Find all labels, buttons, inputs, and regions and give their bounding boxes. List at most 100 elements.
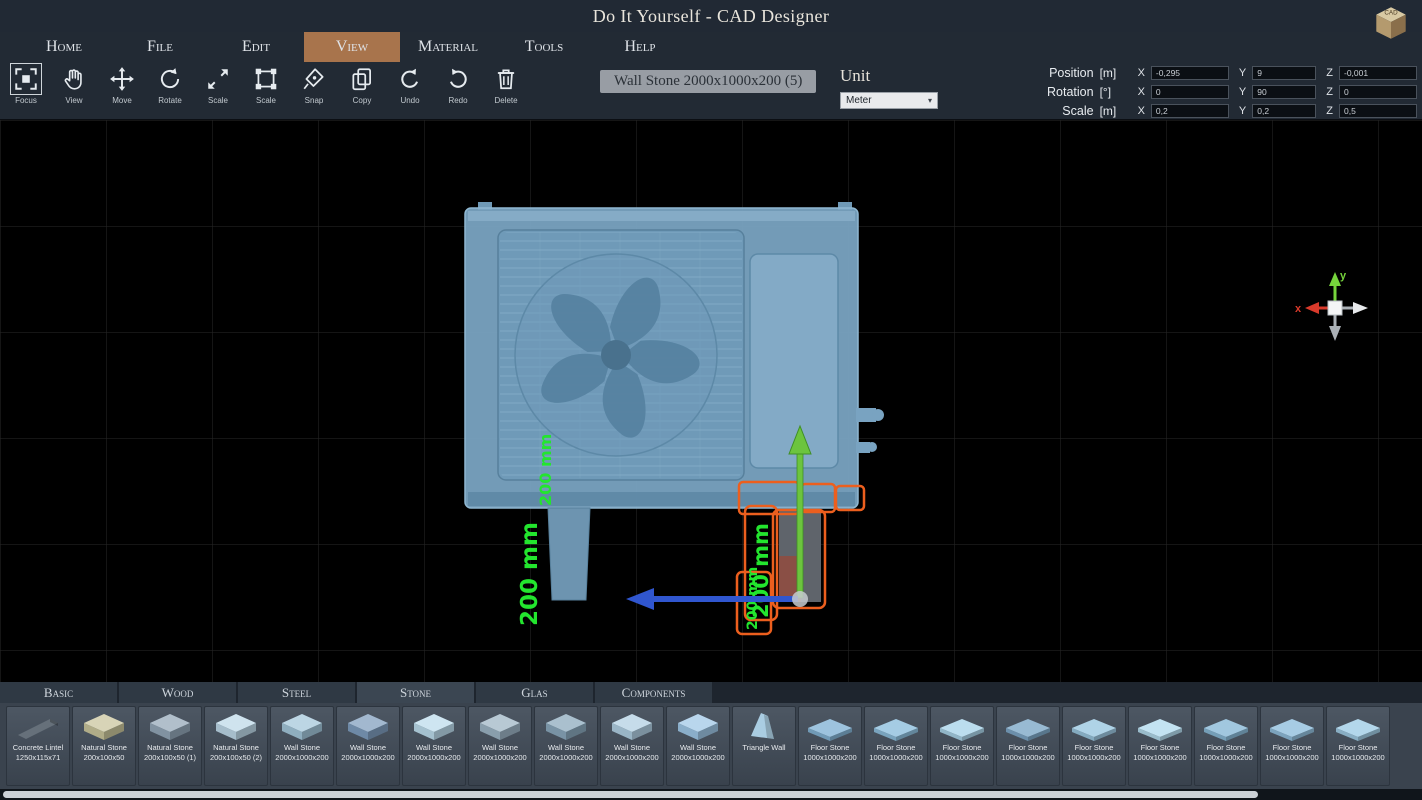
rotate-icon <box>157 66 183 92</box>
transform-input-z[interactable] <box>1339 104 1417 118</box>
transform-input-y[interactable] <box>1252 85 1316 99</box>
material-thumbnail-icon <box>1070 711 1118 743</box>
palette-item[interactable]: Wall Stone 2000x1000x200 <box>402 706 466 786</box>
horizontal-scrollbar[interactable] <box>0 789 1422 800</box>
palette-item-name: Floor Stone <box>1339 743 1378 753</box>
palette-item-size: 200x100x50 (1) <box>144 753 196 763</box>
palette-item[interactable]: Concrete Lintel 1250x115x71 <box>6 706 70 786</box>
tool-button-label: Copy <box>353 96 372 105</box>
palette-item-name: Natural Stone <box>81 743 127 753</box>
app-window: Do It Yourself - CAD Designer CAD Home F… <box>0 0 1422 800</box>
tab-wood[interactable]: Wood <box>119 682 236 703</box>
tool-button-scale-box[interactable]: Scale <box>246 66 286 105</box>
tool-button-label: Move <box>112 96 132 105</box>
tab-steel[interactable]: Steel <box>238 682 355 703</box>
palette-item[interactable]: Wall Stone 2000x1000x200 <box>666 706 730 786</box>
palette-item[interactable]: Natural Stone 200x100x50 (2) <box>204 706 268 786</box>
palette-item[interactable]: Floor Stone 1000x1000x200 <box>1194 706 1258 786</box>
snap-icon <box>301 66 327 92</box>
scale-arrows-icon <box>205 66 231 92</box>
palette-item[interactable]: Floor Stone 1000x1000x200 <box>864 706 928 786</box>
selected-object-label: Wall Stone 2000x1000x200 (5) <box>600 70 816 93</box>
palette-item-name: Wall Stone <box>614 743 650 753</box>
chevron-down-icon: ▾ <box>928 96 932 105</box>
tool-button-snap[interactable]: Snap <box>294 66 334 105</box>
menu-item-edit[interactable]: Edit <box>208 32 304 62</box>
menu-item-material[interactable]: Material <box>400 32 496 62</box>
tool-button-rotate[interactable]: Rotate <box>150 66 190 105</box>
palette-item-size: 1000x1000x200 <box>1199 753 1252 763</box>
material-palette: Concrete Lintel 1250x115x71 <box>0 703 1422 789</box>
palette-item[interactable]: Wall Stone 2000x1000x200 <box>270 706 334 786</box>
tool-button-copy[interactable]: Copy <box>342 66 382 105</box>
unit-select[interactable]: Meter ▾ <box>840 92 938 109</box>
palette-item[interactable]: Wall Stone 2000x1000x200 <box>468 706 532 786</box>
tool-button-scale-arrows[interactable]: Scale <box>198 66 238 105</box>
tool-button-label: Rotate <box>158 96 182 105</box>
transform-input-x[interactable] <box>1151 66 1229 80</box>
tool-button-redo[interactable]: Redo <box>438 66 478 105</box>
material-thumbnail-icon <box>1136 711 1184 743</box>
palette-item-size: 1250x115x71 <box>16 753 60 763</box>
palette-item-name: Floor Stone <box>811 743 850 753</box>
menu-item-file[interactable]: File <box>112 32 208 62</box>
palette-item[interactable]: Triangle Wall <box>732 706 796 786</box>
palette-item[interactable]: Floor Stone 1000x1000x200 <box>1062 706 1126 786</box>
axis-z-label: Z <box>1326 67 1333 79</box>
palette-item-name: Floor Stone <box>1009 743 1048 753</box>
palette-item-name: Floor Stone <box>1273 743 1312 753</box>
transform-input-x[interactable] <box>1151 104 1229 118</box>
menu-item-view[interactable]: View <box>304 32 400 62</box>
palette-item[interactable]: Floor Stone 1000x1000x200 <box>996 706 1060 786</box>
menu-item-label: Help <box>624 38 655 56</box>
tab-glas[interactable]: Glas <box>476 682 593 703</box>
orientation-gizmo[interactable]: y x <box>1295 268 1375 348</box>
palette-item[interactable]: Wall Stone 2000x1000x200 <box>600 706 664 786</box>
tool-button-undo[interactable]: Undo <box>390 66 430 105</box>
tool-button-move[interactable]: Move <box>102 66 142 105</box>
tab-label: Glas <box>521 685 547 701</box>
menu-item-tools[interactable]: Tools <box>496 32 592 62</box>
tab-components[interactable]: Components <box>595 682 712 703</box>
palette-item-size: 1000x1000x200 <box>803 753 856 763</box>
tool-button-label: Scale <box>208 96 228 105</box>
palette-item[interactable]: Natural Stone 200x100x50 (1) <box>138 706 202 786</box>
palette-item[interactable]: Natural Stone 200x100x50 <box>72 706 136 786</box>
unit-group: Unit Meter ▾ <box>840 66 938 109</box>
transform-input-y[interactable] <box>1252 66 1316 80</box>
tool-button-trash[interactable]: Delete <box>486 66 526 105</box>
tool-button-focus[interactable]: Focus <box>6 66 46 105</box>
menu-item-home[interactable]: Home <box>16 32 112 62</box>
palette-item[interactable]: Floor Stone 1000x1000x200 <box>1260 706 1324 786</box>
palette-item[interactable]: Floor Stone 1000x1000x200 <box>798 706 862 786</box>
transform-row-rotation: Rotation [°] X Y Z <box>1036 84 1417 100</box>
transform-input-z[interactable] <box>1339 85 1417 99</box>
transform-input-y[interactable] <box>1252 104 1316 118</box>
palette-item-name: Wall Stone <box>284 743 320 753</box>
palette-item[interactable]: Floor Stone 1000x1000x200 <box>1128 706 1192 786</box>
support-leg[interactable] <box>548 508 590 600</box>
menu-item-help[interactable]: Help <box>592 32 688 62</box>
palette-item[interactable]: Floor Stone 1000x1000x200 <box>1326 706 1390 786</box>
palette-item[interactable]: Wall Stone 2000x1000x200 <box>336 706 400 786</box>
ac-unit-model[interactable] <box>465 202 884 508</box>
tool-button-label: Delete <box>494 96 517 105</box>
viewport-canvas[interactable]: 200 mm 200 mm 200 mm 200 mm <box>0 120 1422 682</box>
transform-input-z[interactable] <box>1339 66 1417 80</box>
tool-button-hand[interactable]: View <box>54 66 94 105</box>
tab-basic[interactable]: Basic <box>0 682 117 703</box>
material-thumbnail-icon <box>278 711 326 743</box>
tab-stone[interactable]: Stone <box>357 682 474 703</box>
palette-item-size: 1000x1000x200 <box>1331 753 1384 763</box>
copy-icon <box>349 66 375 92</box>
palette-item[interactable]: Wall Stone 2000x1000x200 <box>534 706 598 786</box>
palette-item[interactable]: Floor Stone 1000x1000x200 <box>930 706 994 786</box>
material-thumbnail-icon <box>740 711 788 743</box>
origin-handle[interactable] <box>792 591 808 607</box>
transform-input-x[interactable] <box>1151 85 1229 99</box>
hand-icon <box>61 66 87 92</box>
scrollbar-thumb[interactable] <box>3 791 1258 798</box>
material-thumbnail-icon <box>80 711 128 743</box>
dimension-label: 200 mm <box>536 434 555 506</box>
palette-item-size: 1000x1000x200 <box>1133 753 1186 763</box>
